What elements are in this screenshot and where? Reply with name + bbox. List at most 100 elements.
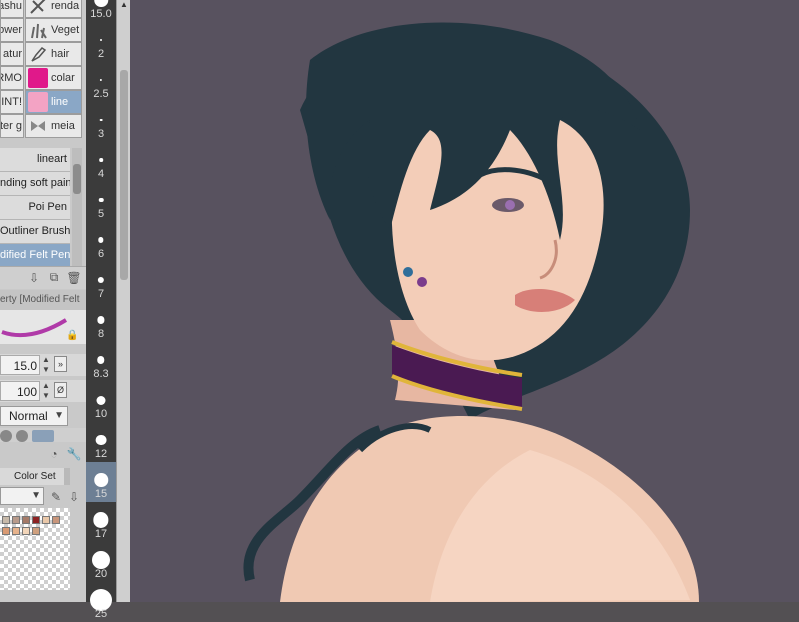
sub-tool-label: line bbox=[51, 96, 69, 108]
lock-icon[interactable]: 🔒 bbox=[66, 330, 78, 341]
color-swatch[interactable] bbox=[52, 516, 60, 524]
brush-item[interactable]: Poi Pen bbox=[0, 196, 70, 220]
import-icon[interactable]: ⇩ bbox=[66, 489, 82, 504]
artwork bbox=[243, 22, 699, 602]
brush-size-preset[interactable]: 15.0 bbox=[86, 0, 116, 22]
brush-item[interactable]: nding soft paint bbox=[0, 172, 70, 196]
brush-size-dot bbox=[98, 197, 104, 203]
size-palette-scrollbar[interactable]: ▲ bbox=[116, 0, 131, 602]
brush-size-dot bbox=[97, 356, 105, 364]
sub-tool-item[interactable]: RMO bbox=[0, 66, 24, 90]
color-swatch[interactable] bbox=[32, 516, 40, 524]
clock-icon[interactable]: ◔ bbox=[46, 446, 62, 461]
sub-tool-label: renda bbox=[51, 0, 80, 12]
color-swatch[interactable] bbox=[2, 516, 10, 524]
brush-size-preset[interactable]: 12 bbox=[86, 422, 116, 462]
brush-size-preset[interactable]: 6 bbox=[86, 222, 116, 262]
color-swatch-grid[interactable] bbox=[0, 508, 70, 590]
brush-size-preset[interactable]: 4 bbox=[86, 142, 116, 182]
brush-size-label: 4 bbox=[97, 168, 105, 180]
brush-size-dot bbox=[96, 395, 106, 405]
brush-size-label: 5 bbox=[97, 208, 105, 220]
sub-tool-row: INT! line bbox=[0, 90, 82, 114]
import-icon[interactable]: ⇩ bbox=[26, 270, 42, 285]
brush-list-scrollbar[interactable] bbox=[72, 148, 82, 266]
rose-swatch-icon bbox=[28, 92, 48, 112]
color-swatch[interactable] bbox=[12, 527, 20, 535]
brush-size-preset[interactable]: 3 bbox=[86, 102, 116, 142]
blend-mode-select[interactable]: Normal ▼ bbox=[0, 406, 68, 426]
blend-mode-value: Normal bbox=[9, 409, 48, 423]
brush-size-preset[interactable]: 8 bbox=[86, 302, 116, 342]
brush-size-input[interactable]: 15.0 bbox=[0, 355, 40, 375]
brush-tip[interactable] bbox=[32, 430, 54, 442]
brush-stroke-icon bbox=[28, 0, 48, 16]
scrollbar-thumb[interactable] bbox=[120, 70, 128, 280]
color-swatch[interactable] bbox=[22, 527, 30, 535]
brush-actions-toolbar: ⇩ ⧉ 🗑 bbox=[0, 266, 86, 289]
brush-tip[interactable] bbox=[0, 430, 12, 442]
size-dropdown-button[interactable]: » bbox=[54, 356, 67, 372]
scroll-up-icon[interactable]: ▲ bbox=[119, 0, 129, 10]
chevron-down-icon: ▼ bbox=[31, 490, 41, 501]
sub-tool-item[interactable]: atur bbox=[0, 42, 24, 66]
brush-item-active[interactable]: dified Felt Pen bbox=[0, 244, 70, 268]
sub-tool-item[interactable]: INT! bbox=[0, 90, 24, 114]
sub-tool-item[interactable]: hair bbox=[25, 42, 82, 66]
sub-tool-item-active[interactable]: line bbox=[25, 90, 82, 114]
brush-item[interactable]: Outliner Brush bbox=[0, 220, 70, 244]
spin-arrows-icon[interactable]: ▲ ▼ bbox=[41, 355, 51, 375]
sub-tool-item[interactable]: meia bbox=[25, 114, 82, 138]
brush-tip[interactable] bbox=[16, 430, 28, 442]
color-swatch[interactable] bbox=[12, 516, 20, 524]
spin-arrows-icon[interactable]: ▲ ▼ bbox=[41, 381, 51, 401]
color-set-select[interactable]: ▼ bbox=[0, 487, 44, 505]
opacity-input[interactable]: 100 bbox=[0, 381, 40, 401]
scrollbar-thumb[interactable] bbox=[73, 164, 81, 194]
brush-size-preset[interactable]: 15 bbox=[86, 462, 116, 502]
brush-item[interactable]: lineart bbox=[0, 148, 70, 172]
color-swatch[interactable] bbox=[22, 516, 30, 524]
color-set-tab[interactable]: Color Set bbox=[0, 468, 70, 485]
brush-size-preset[interactable]: 10 bbox=[86, 382, 116, 422]
eyedropper-icon[interactable]: ✎ bbox=[48, 489, 64, 504]
brush-size-label: 25 bbox=[94, 608, 108, 620]
duplicate-icon[interactable]: ⧉ bbox=[46, 270, 62, 285]
sub-tool-item[interactable]: iter g bbox=[0, 114, 24, 138]
brush-size-palette: 15.0 2 2.5 3 4 5 6 7 8 8.3 10 12 15 17 20 25 bbox=[86, 0, 116, 620]
iris bbox=[505, 200, 515, 210]
sub-tool-item[interactable]: renda bbox=[25, 0, 82, 18]
brush-size-dot bbox=[99, 78, 103, 82]
brush-size-preset[interactable]: 8.3 bbox=[86, 342, 116, 382]
brush-size-preset[interactable]: 7 bbox=[86, 262, 116, 302]
bow-icon bbox=[28, 116, 48, 136]
brush-size-preset[interactable]: 17 bbox=[86, 502, 116, 542]
brush-size-preset[interactable]: 25 bbox=[86, 582, 116, 622]
brush-size-dot bbox=[98, 237, 104, 243]
sub-tool-panel: ashu renda ower Veget atur hair RMO bbox=[0, 0, 87, 602]
brush-size-label: 17 bbox=[94, 528, 108, 540]
sub-tool-row: RMO colar bbox=[0, 66, 82, 90]
brush-size-preset[interactable]: 20 bbox=[86, 542, 116, 582]
brush-size-label: 20 bbox=[94, 568, 108, 580]
brush-size-preset[interactable]: 2 bbox=[86, 22, 116, 62]
color-swatch[interactable] bbox=[32, 527, 40, 535]
sub-tool-row: iter g meia bbox=[0, 114, 82, 138]
sub-tool-item[interactable]: Veget bbox=[25, 18, 82, 42]
color-swatch[interactable] bbox=[42, 516, 50, 524]
brush-size-label: 12 bbox=[94, 448, 108, 460]
opacity-reset-button[interactable]: Ø bbox=[54, 382, 67, 398]
sub-tool-item[interactable]: colar bbox=[25, 66, 82, 90]
wrench-icon[interactable]: 🔧 bbox=[66, 446, 82, 461]
trash-icon[interactable]: 🗑 bbox=[66, 270, 82, 285]
pen-nib-icon bbox=[28, 44, 48, 64]
brush-size-preset[interactable]: 2.5 bbox=[86, 62, 116, 102]
opacity-control: 100 ▲ ▼ Ø bbox=[0, 380, 86, 402]
color-swatch[interactable] bbox=[2, 527, 10, 535]
brush-size-preset[interactable]: 5 bbox=[86, 182, 116, 222]
sub-tool-item[interactable]: ower bbox=[0, 18, 24, 42]
sub-tool-item[interactable]: ashu bbox=[0, 0, 24, 18]
canvas[interactable] bbox=[130, 0, 799, 602]
earring-purple bbox=[417, 277, 427, 287]
brush-size-dot bbox=[99, 158, 103, 162]
